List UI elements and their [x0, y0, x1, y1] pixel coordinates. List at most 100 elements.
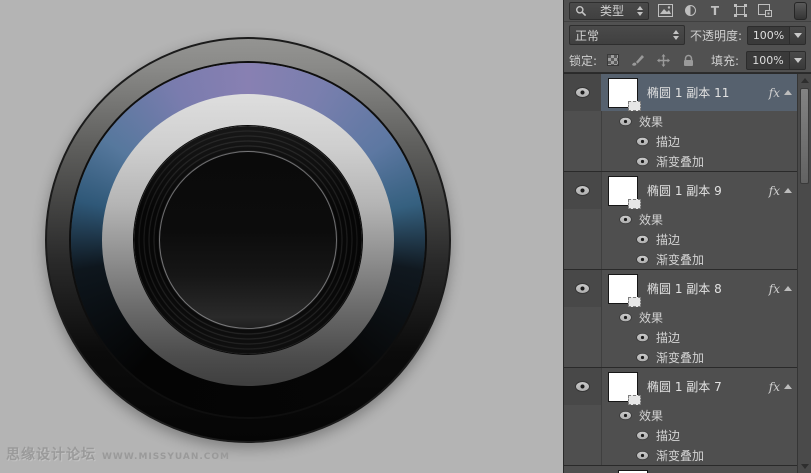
eye-icon[interactable]: [637, 451, 648, 459]
chevron-down-icon: [794, 33, 802, 38]
pixel-layer-filter-icon[interactable]: [656, 2, 674, 20]
collapse-effects-arrow-icon[interactable]: [784, 286, 792, 291]
layer-thumbnail[interactable]: [608, 176, 638, 206]
adjustment-layer-filter-icon[interactable]: [681, 2, 699, 20]
effect-row-stroke[interactable]: 描边: [564, 425, 797, 445]
type-layer-filter-icon[interactable]: T: [706, 2, 724, 20]
layer-visibility-toggle[interactable]: [564, 172, 601, 209]
effect-row-gradient-overlay[interactable]: 渐变叠加: [564, 151, 797, 171]
effect-row-gradient-overlay[interactable]: 渐变叠加: [564, 347, 797, 367]
effects-header-label: 效果: [639, 309, 663, 326]
fill-valuebox[interactable]: 100%: [746, 51, 806, 70]
lock-label: 锁定:: [569, 52, 597, 69]
effects-header-label: 效果: [639, 113, 663, 130]
shape-layer-filter-icon[interactable]: [731, 2, 749, 20]
effects-header-row[interactable]: 效果: [564, 209, 797, 229]
opacity-label: 不透明度:: [690, 27, 742, 44]
layer-name: 椭圆 1 副本 7: [647, 378, 722, 395]
opacity-valuebox[interactable]: 100%: [747, 26, 806, 45]
lock-transparent-pixels-icon[interactable]: [604, 51, 622, 69]
layer-thumbnail[interactable]: [608, 372, 638, 402]
blend-mode-dropdown[interactable]: 正常: [569, 25, 685, 45]
effects-header-row[interactable]: 效果: [564, 111, 797, 131]
eye-icon[interactable]: [637, 431, 648, 439]
eye-icon[interactable]: [637, 255, 648, 263]
opacity-dropdown-button[interactable]: [789, 27, 805, 44]
layer-block: 椭圆 1 副本 11 fx 效果 描边 渐变叠加: [564, 74, 797, 172]
eye-icon: [576, 88, 589, 97]
collapse-effects-arrow-icon[interactable]: [784, 384, 792, 389]
eye-icon[interactable]: [637, 157, 648, 165]
effect-row-stroke[interactable]: 描边: [564, 327, 797, 347]
eye-icon[interactable]: [620, 117, 631, 125]
eye-icon[interactable]: [637, 333, 648, 341]
layer-row[interactable]: 椭圆 1 副本 9 fx: [564, 172, 797, 209]
effect-label: 渐变叠加: [656, 349, 704, 366]
effects-header-row[interactable]: 效果: [564, 405, 797, 425]
layer-name: 椭圆 1 副本 9: [647, 182, 722, 199]
fx-badge[interactable]: fx: [769, 184, 780, 198]
opacity-value: 100%: [748, 29, 789, 42]
document-canvas[interactable]: 思缘设计论坛 WWW.MISSYUAN.COM: [0, 0, 563, 473]
filter-type-label: 类型: [600, 2, 624, 19]
eye-icon[interactable]: [637, 137, 648, 145]
layer-thumbnail[interactable]: [608, 274, 638, 304]
blend-mode-bar: 正常 不透明度: 100%: [564, 22, 811, 48]
effect-label: 描边: [656, 133, 680, 150]
eye-icon[interactable]: [637, 235, 648, 243]
scroll-up-arrow-icon[interactable]: [801, 78, 809, 83]
fx-badge[interactable]: fx: [769, 282, 780, 296]
layer-visibility-toggle[interactable]: [564, 270, 601, 307]
photoshop-workspace: 思缘设计论坛 WWW.MISSYUAN.COM 类型: [0, 0, 811, 473]
layer-block: 椭圆 1 副本 8 fx 效果 描边 渐变叠加: [564, 270, 797, 368]
lens-glass-circle: [159, 151, 337, 329]
effect-row-stroke[interactable]: 描边: [564, 229, 797, 249]
layer-block: 椭圆 1 副本 7 fx 效果 描边 渐变叠加: [564, 368, 797, 466]
collapse-effects-arrow-icon[interactable]: [784, 90, 792, 95]
layers-list: 椭圆 1 副本 11 fx 效果 描边 渐变叠加: [564, 73, 811, 473]
fill-label: 填充:: [711, 52, 739, 69]
layer-row[interactable]: 椭圆 1 副本 7 fx: [564, 368, 797, 405]
lock-bar: 锁定: 填充: 100%: [564, 48, 811, 73]
layer-row[interactable]: 椭圆 1 副本 8 fx: [564, 270, 797, 307]
layers-scrollbar[interactable]: [797, 74, 811, 473]
watermark-title: 思缘设计论坛: [6, 444, 96, 464]
effects-header-label: 效果: [639, 407, 663, 424]
eye-icon[interactable]: [637, 353, 648, 361]
layer-row-partial[interactable]: [564, 466, 797, 473]
layer-block: 椭圆 1 副本 9 fx 效果 描边 渐变叠加: [564, 172, 797, 270]
smart-object-filter-icon[interactable]: [756, 2, 774, 20]
effect-label: 描边: [656, 329, 680, 346]
fx-badge[interactable]: fx: [769, 380, 780, 394]
effect-row-gradient-overlay[interactable]: 渐变叠加: [564, 445, 797, 465]
fx-badge[interactable]: fx: [769, 86, 780, 100]
chevron-down-icon: [794, 58, 802, 63]
lock-position-icon[interactable]: [654, 51, 672, 69]
scrollbar-thumb[interactable]: [800, 88, 809, 184]
effect-label: 渐变叠加: [656, 153, 704, 170]
effect-row-gradient-overlay[interactable]: 渐变叠加: [564, 249, 797, 269]
layer-visibility-toggle[interactable]: [564, 74, 601, 111]
lock-image-pixels-icon[interactable]: [629, 51, 647, 69]
dropdown-spinner-icon: [637, 6, 643, 16]
eye-icon[interactable]: [620, 411, 631, 419]
lock-all-icon[interactable]: [679, 51, 697, 69]
layer-visibility-toggle[interactable]: [564, 368, 601, 405]
filter-bar-corner-control[interactable]: [794, 2, 807, 20]
scroll-down-arrow-icon[interactable]: [801, 464, 809, 469]
layer-filter-bar: 类型 T: [564, 0, 811, 22]
layer-thumbnail[interactable]: [608, 78, 638, 108]
dropdown-spinner-icon: [673, 30, 679, 40]
collapse-effects-arrow-icon[interactable]: [784, 188, 792, 193]
vector-mask-badge-icon: [628, 297, 641, 307]
layer-row[interactable]: 椭圆 1 副本 11 fx: [564, 74, 797, 111]
filter-type-dropdown[interactable]: 类型: [569, 2, 649, 20]
effect-label: 渐变叠加: [656, 447, 704, 464]
fill-dropdown-button[interactable]: [789, 52, 805, 69]
layer-name: 椭圆 1 副本 8: [647, 280, 722, 297]
eye-icon[interactable]: [620, 215, 631, 223]
search-icon: [575, 5, 587, 17]
eye-icon[interactable]: [620, 313, 631, 321]
effects-header-row[interactable]: 效果: [564, 307, 797, 327]
effect-row-stroke[interactable]: 描边: [564, 131, 797, 151]
